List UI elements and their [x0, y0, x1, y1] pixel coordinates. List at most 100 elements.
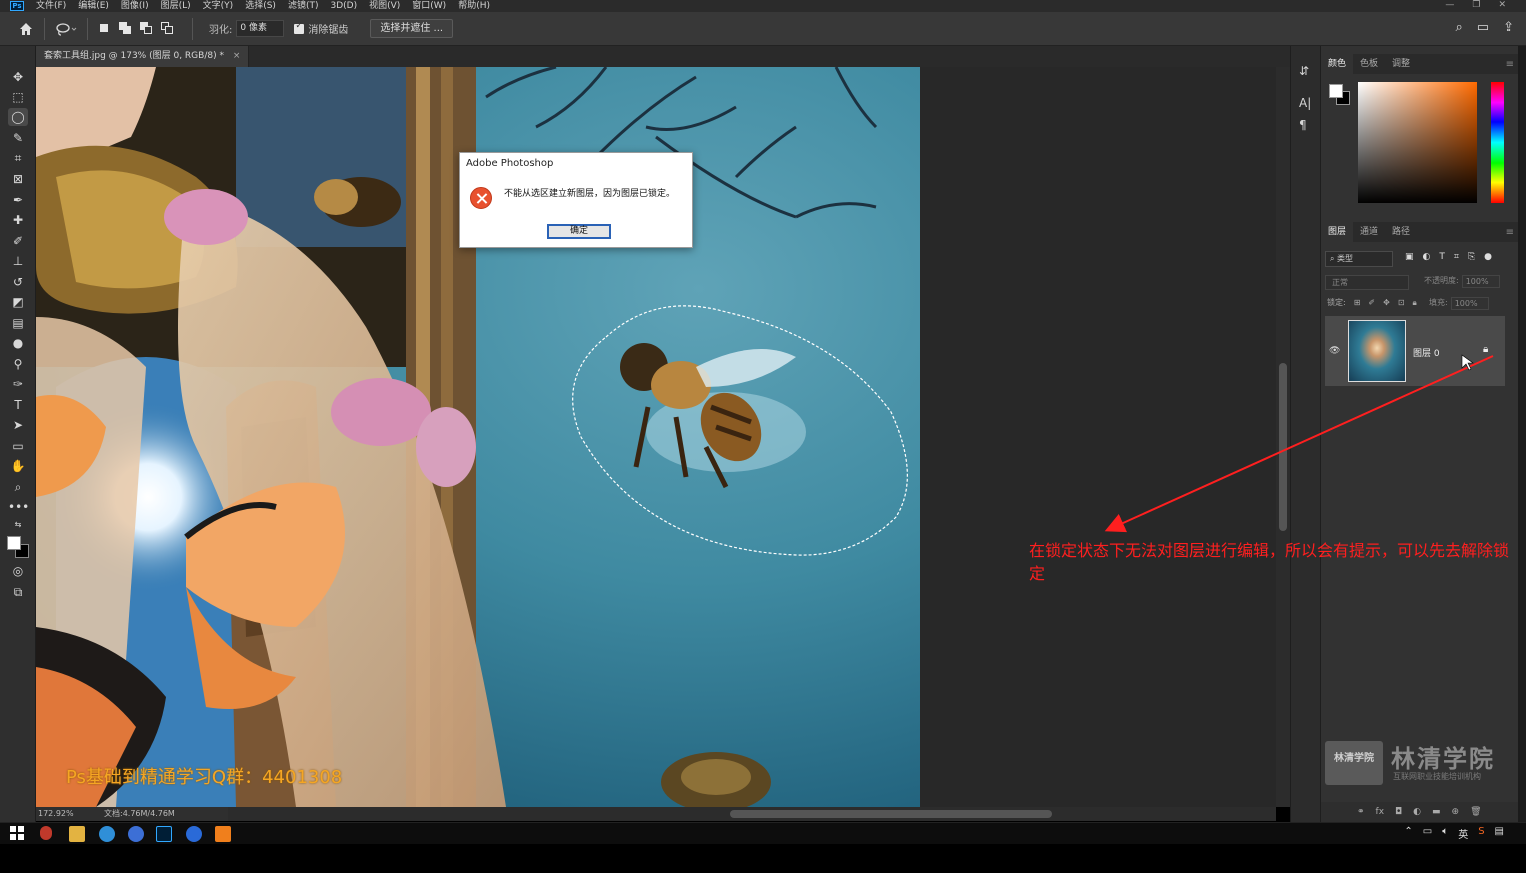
zoom-level[interactable]: 172.92% — [36, 807, 92, 821]
windows-start-icon[interactable] — [10, 826, 26, 842]
menu-layer[interactable]: 图层(L) — [155, 0, 197, 12]
frame-tool-icon[interactable]: ⊠ — [8, 170, 28, 188]
marquee-tool-icon[interactable]: ⬚ — [8, 88, 28, 106]
dodge-tool-icon[interactable]: ⚲ — [8, 355, 28, 373]
menu-image[interactable]: 图像(I) — [115, 0, 155, 12]
chat-app-icon[interactable] — [186, 826, 202, 842]
browser-icon[interactable] — [99, 826, 115, 842]
hue-slider[interactable] — [1491, 82, 1504, 203]
delete-layer-icon[interactable]: 🗑︎ — [1470, 807, 1481, 817]
tab-channels[interactable]: 通道 — [1353, 222, 1385, 242]
layer-style-icon[interactable]: fx — [1376, 807, 1385, 817]
rectangle-tool-icon[interactable]: ▭ — [8, 437, 28, 455]
blend-mode-select[interactable]: 正常 — [1325, 275, 1409, 290]
tab-swatches[interactable]: 色板 — [1353, 54, 1385, 74]
input-language[interactable]: 英 — [1458, 826, 1468, 841]
panel-menu-icon[interactable]: ≡ — [1506, 59, 1514, 70]
subtract-from-selection-icon[interactable] — [140, 22, 153, 35]
menu-help[interactable]: 帮助(H) — [452, 0, 496, 12]
vertical-scroll-thumb[interactable] — [1279, 363, 1287, 531]
healing-brush-tool-icon[interactable]: ✚ — [8, 211, 28, 229]
lock-pixels-icon[interactable]: ✐ — [1368, 298, 1375, 307]
antialias-checkbox[interactable] — [294, 21, 305, 34]
tab-adjustments[interactable]: 调整 — [1385, 54, 1417, 74]
eyedropper-tool-icon[interactable]: ✒ — [8, 191, 28, 209]
pixel-filter-icon[interactable]: ▣ — [1405, 252, 1414, 262]
lock-position-icon[interactable]: ✥ — [1383, 298, 1390, 307]
intersect-selection-icon[interactable] — [161, 22, 174, 35]
lock-all-icon[interactable]: 🔒︎ — [1413, 298, 1417, 308]
share-icon[interactable]: ⇪ — [1503, 20, 1514, 35]
home-icon[interactable] — [18, 21, 34, 37]
tab-paths[interactable]: 路径 — [1385, 222, 1417, 242]
panel-foreground-swatch[interactable] — [1329, 84, 1343, 98]
notification-icon[interactable]: ▤ — [1495, 826, 1504, 841]
feather-input[interactable]: 0 像素 — [236, 20, 285, 37]
tab-layers[interactable]: 图层 — [1321, 222, 1354, 242]
vertical-scrollbar[interactable] — [1276, 67, 1290, 807]
color-picker-field[interactable] — [1358, 82, 1477, 203]
swap-colors-icon[interactable]: ⇆ — [8, 516, 28, 534]
horizontal-scrollbar[interactable] — [228, 807, 1276, 821]
workspace-icon[interactable]: ▭ — [1477, 20, 1489, 35]
layer-name[interactable]: 图层 0 — [1413, 346, 1440, 359]
recorder-icon[interactable] — [40, 826, 52, 840]
layer-row[interactable]: 👁︎ 图层 0 🔒︎ — [1325, 316, 1505, 386]
photoshop-taskbar-icon[interactable] — [156, 826, 172, 842]
add-to-selection-icon[interactable] — [119, 22, 132, 35]
visibility-eye-icon[interactable]: 👁︎ — [1329, 346, 1340, 356]
network-icon[interactable]: ▭ — [1423, 826, 1432, 841]
horizontal-scroll-thumb[interactable] — [730, 810, 1052, 818]
fill-input[interactable]: 100% — [1450, 297, 1489, 310]
menu-file[interactable]: 文件(F) — [30, 0, 72, 12]
blur-tool-icon[interactable]: ● — [8, 334, 28, 352]
menu-window[interactable]: 窗口(W) — [406, 0, 452, 12]
paragraph-panel-icon[interactable]: ¶ — [1299, 118, 1307, 132]
crop-tool-icon[interactable]: ⌗ — [8, 149, 28, 167]
history-panel-icon[interactable]: ⇵ — [1299, 64, 1309, 78]
search-icon[interactable]: ⌕ — [1456, 20, 1463, 35]
menu-view[interactable]: 视图(V) — [363, 0, 406, 12]
volume-icon[interactable]: 🔈︎ — [1442, 826, 1448, 841]
filter-toggle-icon[interactable]: ● — [1484, 252, 1492, 262]
foreground-color-swatch[interactable] — [7, 536, 21, 550]
menu-filter[interactable]: 滤镜(T) — [282, 0, 325, 12]
menu-select[interactable]: 选择(S) — [239, 0, 282, 12]
clone-stamp-tool-icon[interactable]: ⊥ — [8, 252, 28, 270]
zoom-tool-icon[interactable]: ⌕ — [8, 478, 28, 496]
lasso-tool-preset-icon[interactable] — [55, 21, 77, 37]
pen-tool-icon[interactable]: ✑ — [8, 375, 28, 393]
type-filter-icon[interactable]: T — [1439, 252, 1445, 262]
tab-color[interactable]: 颜色 — [1321, 54, 1354, 74]
lock-transparent-icon[interactable]: ⊞ — [1354, 298, 1361, 307]
select-and-mask-button[interactable]: 选择并遮住 ... — [370, 19, 454, 38]
new-adjustment-icon[interactable]: ◐ — [1413, 807, 1421, 817]
opacity-input[interactable]: 100% — [1461, 275, 1500, 288]
move-tool-icon[interactable]: ✥ — [8, 68, 28, 86]
close-tab-icon[interactable]: × — [233, 51, 241, 61]
document-tab[interactable]: 套索工具组.jpg @ 173% (图层 0, RGB/8) * × — [36, 46, 250, 67]
ime-icon[interactable]: S — [1478, 826, 1484, 841]
layer-lock-icon[interactable]: 🔒︎ — [1483, 344, 1488, 355]
panel-menu-icon[interactable]: ≡ — [1506, 227, 1514, 238]
restore-icon[interactable]: ❐ — [1472, 0, 1480, 10]
app-icon[interactable] — [128, 826, 144, 842]
gradient-tool-icon[interactable]: ▤ — [8, 314, 28, 332]
more-tools-icon[interactable]: ••• — [8, 498, 29, 516]
lock-artboard-icon[interactable]: ⊡ — [1398, 298, 1405, 307]
add-mask-icon[interactable]: ◘ — [1395, 807, 1402, 817]
minimize-icon[interactable]: — — [1445, 0, 1454, 10]
ok-button[interactable]: 确定 — [547, 224, 611, 239]
video-player-icon[interactable] — [215, 826, 231, 842]
character-panel-icon[interactable]: A| — [1299, 96, 1311, 110]
link-layers-icon[interactable]: ⚭ — [1357, 807, 1365, 817]
file-explorer-icon[interactable] — [69, 826, 85, 842]
hand-tool-icon[interactable]: ✋ — [8, 457, 28, 475]
history-brush-tool-icon[interactable]: ↺ — [8, 273, 28, 291]
new-group-icon[interactable]: ▬ — [1432, 807, 1441, 817]
screen-mode-icon[interactable]: ⧉ — [8, 583, 28, 601]
quick-selection-tool-icon[interactable]: ✎ — [8, 129, 28, 147]
type-tool-icon[interactable]: T — [8, 396, 28, 414]
menu-edit[interactable]: 编辑(E) — [72, 0, 115, 12]
brush-tool-icon[interactable]: ✐ — [8, 232, 28, 250]
